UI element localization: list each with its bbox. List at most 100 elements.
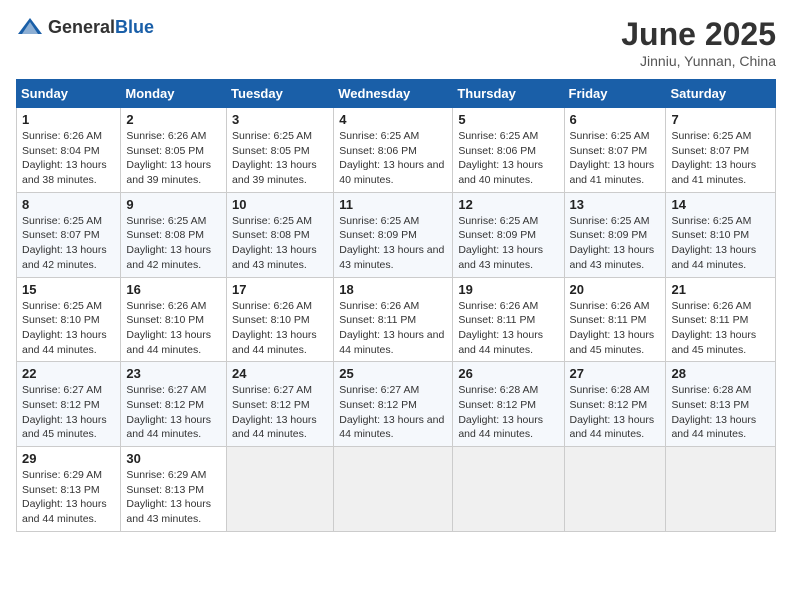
day-info: Sunrise: 6:25 AMSunset: 8:09 PMDaylight:…	[570, 214, 661, 273]
day-number: 12	[458, 197, 558, 212]
day-cell: 3 Sunrise: 6:25 AMSunset: 8:05 PMDayligh…	[227, 108, 334, 193]
day-cell: 6 Sunrise: 6:25 AMSunset: 8:07 PMDayligh…	[564, 108, 666, 193]
day-cell: 11 Sunrise: 6:25 AMSunset: 8:09 PMDaylig…	[334, 192, 453, 277]
header-tuesday: Tuesday	[227, 80, 334, 108]
day-number: 13	[570, 197, 661, 212]
day-number: 21	[671, 282, 770, 297]
day-info: Sunrise: 6:25 AMSunset: 8:09 PMDaylight:…	[458, 214, 558, 273]
day-info: Sunrise: 6:25 AMSunset: 8:06 PMDaylight:…	[458, 129, 558, 188]
day-info: Sunrise: 6:26 AMSunset: 8:05 PMDaylight:…	[126, 129, 221, 188]
header-saturday: Saturday	[666, 80, 776, 108]
day-info: Sunrise: 6:25 AMSunset: 8:10 PMDaylight:…	[671, 214, 770, 273]
day-cell: 23 Sunrise: 6:27 AMSunset: 8:12 PMDaylig…	[121, 362, 227, 447]
day-info: Sunrise: 6:25 AMSunset: 8:07 PMDaylight:…	[671, 129, 770, 188]
header-monday: Monday	[121, 80, 227, 108]
day-cell: 27 Sunrise: 6:28 AMSunset: 8:12 PMDaylig…	[564, 362, 666, 447]
day-number: 24	[232, 366, 328, 381]
location-title: Jinniu, Yunnan, China	[621, 53, 776, 69]
day-cell: 17 Sunrise: 6:26 AMSunset: 8:10 PMDaylig…	[227, 277, 334, 362]
day-info: Sunrise: 6:25 AMSunset: 8:10 PMDaylight:…	[22, 299, 115, 358]
day-info: Sunrise: 6:26 AMSunset: 8:11 PMDaylight:…	[570, 299, 661, 358]
day-cell: 18 Sunrise: 6:26 AMSunset: 8:11 PMDaylig…	[334, 277, 453, 362]
day-cell: 10 Sunrise: 6:25 AMSunset: 8:08 PMDaylig…	[227, 192, 334, 277]
day-info: Sunrise: 6:25 AMSunset: 8:08 PMDaylight:…	[232, 214, 328, 273]
day-cell: 1 Sunrise: 6:26 AMSunset: 8:04 PMDayligh…	[17, 108, 121, 193]
calendar-table: Sunday Monday Tuesday Wednesday Thursday…	[16, 79, 776, 532]
weekday-header-row: Sunday Monday Tuesday Wednesday Thursday…	[17, 80, 776, 108]
header-friday: Friday	[564, 80, 666, 108]
day-info: Sunrise: 6:26 AMSunset: 8:10 PMDaylight:…	[232, 299, 328, 358]
calendar-row: 8 Sunrise: 6:25 AMSunset: 8:07 PMDayligh…	[17, 192, 776, 277]
day-cell: 28 Sunrise: 6:28 AMSunset: 8:13 PMDaylig…	[666, 362, 776, 447]
day-cell: 8 Sunrise: 6:25 AMSunset: 8:07 PMDayligh…	[17, 192, 121, 277]
day-number: 20	[570, 282, 661, 297]
day-cell: 24 Sunrise: 6:27 AMSunset: 8:12 PMDaylig…	[227, 362, 334, 447]
day-number: 23	[126, 366, 221, 381]
day-info: Sunrise: 6:27 AMSunset: 8:12 PMDaylight:…	[126, 383, 221, 442]
day-cell: 21 Sunrise: 6:26 AMSunset: 8:11 PMDaylig…	[666, 277, 776, 362]
day-info: Sunrise: 6:26 AMSunset: 8:11 PMDaylight:…	[339, 299, 447, 358]
logo-text-blue: Blue	[115, 17, 154, 37]
day-cell: 26 Sunrise: 6:28 AMSunset: 8:12 PMDaylig…	[453, 362, 564, 447]
day-number: 5	[458, 112, 558, 127]
header-thursday: Thursday	[453, 80, 564, 108]
day-cell: 25 Sunrise: 6:27 AMSunset: 8:12 PMDaylig…	[334, 362, 453, 447]
day-number: 22	[22, 366, 115, 381]
day-info: Sunrise: 6:27 AMSunset: 8:12 PMDaylight:…	[339, 383, 447, 442]
day-number: 7	[671, 112, 770, 127]
day-cell: 19 Sunrise: 6:26 AMSunset: 8:11 PMDaylig…	[453, 277, 564, 362]
page-header: GeneralBlue June 2025 Jinniu, Yunnan, Ch…	[16, 16, 776, 69]
day-number: 25	[339, 366, 447, 381]
empty-cell	[453, 447, 564, 532]
day-info: Sunrise: 6:25 AMSunset: 8:09 PMDaylight:…	[339, 214, 447, 273]
day-cell: 12 Sunrise: 6:25 AMSunset: 8:09 PMDaylig…	[453, 192, 564, 277]
day-info: Sunrise: 6:26 AMSunset: 8:11 PMDaylight:…	[671, 299, 770, 358]
day-number: 2	[126, 112, 221, 127]
day-cell: 22 Sunrise: 6:27 AMSunset: 8:12 PMDaylig…	[17, 362, 121, 447]
day-number: 17	[232, 282, 328, 297]
logo-icon	[16, 16, 44, 38]
day-cell: 20 Sunrise: 6:26 AMSunset: 8:11 PMDaylig…	[564, 277, 666, 362]
day-info: Sunrise: 6:25 AMSunset: 8:07 PMDaylight:…	[22, 214, 115, 273]
day-cell: 9 Sunrise: 6:25 AMSunset: 8:08 PMDayligh…	[121, 192, 227, 277]
day-number: 30	[126, 451, 221, 466]
day-info: Sunrise: 6:26 AMSunset: 8:11 PMDaylight:…	[458, 299, 558, 358]
day-number: 1	[22, 112, 115, 127]
day-info: Sunrise: 6:29 AMSunset: 8:13 PMDaylight:…	[126, 468, 221, 527]
logo: GeneralBlue	[16, 16, 154, 38]
day-info: Sunrise: 6:28 AMSunset: 8:12 PMDaylight:…	[570, 383, 661, 442]
calendar-row: 29 Sunrise: 6:29 AMSunset: 8:13 PMDaylig…	[17, 447, 776, 532]
empty-cell	[227, 447, 334, 532]
day-number: 27	[570, 366, 661, 381]
calendar-body: 1 Sunrise: 6:26 AMSunset: 8:04 PMDayligh…	[17, 108, 776, 532]
calendar-row: 1 Sunrise: 6:26 AMSunset: 8:04 PMDayligh…	[17, 108, 776, 193]
header-sunday: Sunday	[17, 80, 121, 108]
day-cell: 5 Sunrise: 6:25 AMSunset: 8:06 PMDayligh…	[453, 108, 564, 193]
logo-text-general: General	[48, 17, 115, 37]
day-number: 14	[671, 197, 770, 212]
day-number: 26	[458, 366, 558, 381]
day-number: 18	[339, 282, 447, 297]
title-area: June 2025 Jinniu, Yunnan, China	[621, 16, 776, 69]
day-number: 28	[671, 366, 770, 381]
day-cell: 15 Sunrise: 6:25 AMSunset: 8:10 PMDaylig…	[17, 277, 121, 362]
day-info: Sunrise: 6:26 AMSunset: 8:10 PMDaylight:…	[126, 299, 221, 358]
day-info: Sunrise: 6:25 AMSunset: 8:05 PMDaylight:…	[232, 129, 328, 188]
day-number: 6	[570, 112, 661, 127]
calendar-row: 15 Sunrise: 6:25 AMSunset: 8:10 PMDaylig…	[17, 277, 776, 362]
empty-cell	[564, 447, 666, 532]
day-number: 11	[339, 197, 447, 212]
day-number: 10	[232, 197, 328, 212]
day-cell: 7 Sunrise: 6:25 AMSunset: 8:07 PMDayligh…	[666, 108, 776, 193]
day-info: Sunrise: 6:25 AMSunset: 8:07 PMDaylight:…	[570, 129, 661, 188]
day-cell: 4 Sunrise: 6:25 AMSunset: 8:06 PMDayligh…	[334, 108, 453, 193]
calendar-row: 22 Sunrise: 6:27 AMSunset: 8:12 PMDaylig…	[17, 362, 776, 447]
day-info: Sunrise: 6:25 AMSunset: 8:06 PMDaylight:…	[339, 129, 447, 188]
day-cell: 13 Sunrise: 6:25 AMSunset: 8:09 PMDaylig…	[564, 192, 666, 277]
day-number: 8	[22, 197, 115, 212]
day-info: Sunrise: 6:28 AMSunset: 8:12 PMDaylight:…	[458, 383, 558, 442]
day-info: Sunrise: 6:27 AMSunset: 8:12 PMDaylight:…	[22, 383, 115, 442]
day-number: 9	[126, 197, 221, 212]
day-number: 29	[22, 451, 115, 466]
day-number: 3	[232, 112, 328, 127]
